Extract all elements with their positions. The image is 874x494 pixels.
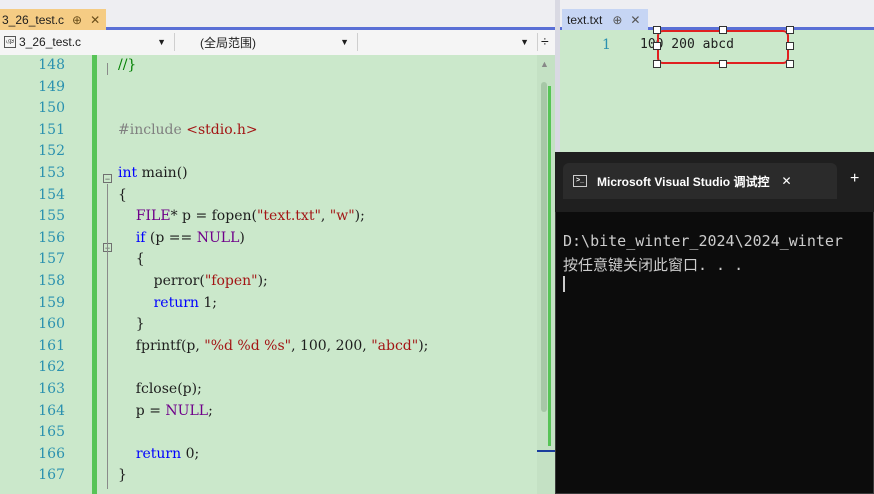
outline-line (107, 63, 108, 75)
resize-handle[interactable] (786, 26, 794, 34)
line-number: 159 (38, 294, 65, 311)
line-number: 154 (38, 186, 65, 203)
code-line[interactable]: { (118, 249, 145, 270)
console-output-line: 按任意键关闭此窗口. . . (563, 256, 744, 274)
close-icon[interactable]: ✕ (781, 174, 791, 188)
console-cursor (563, 276, 565, 292)
line-number: 1 (602, 37, 611, 53)
line-number: 162 (38, 359, 65, 376)
code-line[interactable]: fclose(p); (118, 379, 202, 400)
code-line[interactable]: fprintf(p, "%d %d %s", 100, 200, "abcd")… (118, 336, 429, 357)
console-title: Microsoft Visual Studio 调试控 (597, 174, 770, 189)
collapse-main-icon[interactable]: − (103, 174, 112, 184)
code-line[interactable]: } (118, 314, 145, 335)
line-number: 166 (38, 445, 65, 462)
close-icon[interactable]: ✕ (630, 13, 640, 27)
scrollbar-thumb[interactable] (541, 82, 547, 412)
pin-icon[interactable]: ⊕ (612, 13, 622, 27)
resize-handle[interactable] (653, 42, 661, 50)
line-number: 149 (38, 78, 65, 95)
scope-dropdown[interactable]: (全局范围) ▼ (178, 33, 358, 51)
terminal-icon: >_ (573, 175, 587, 187)
split-icon[interactable]: ÷ (541, 33, 549, 49)
scope-dropdown-label: (全局范围) (200, 35, 256, 50)
highlight-box (657, 30, 789, 64)
line-number: 164 (38, 402, 65, 419)
line-number: 163 (38, 381, 65, 397)
code-line[interactable]: return 0; (118, 444, 199, 465)
line-number: 167 (38, 467, 65, 484)
tab-text-txt[interactable]: text.txt ⊕ ✕ (562, 9, 649, 30)
resize-handle[interactable] (719, 60, 727, 68)
code-line[interactable]: FILE* p = fopen("text.txt", "w"); (118, 206, 365, 227)
line-number: 155 (38, 208, 65, 225)
line-number: 156 (38, 229, 65, 246)
line-number: 161 (38, 337, 65, 354)
code-line[interactable]: } (118, 465, 127, 486)
code-line[interactable]: return 1; (118, 293, 217, 314)
close-icon[interactable]: ✕ (90, 13, 100, 27)
console-tab[interactable]: >_ Microsoft Visual Studio 调试控 ✕ (563, 163, 837, 199)
resize-handle[interactable] (786, 60, 794, 68)
resize-handle[interactable] (786, 42, 794, 50)
pin-icon[interactable]: ⊕ (72, 13, 82, 27)
resize-handle[interactable] (653, 26, 661, 34)
code-line[interactable]: perror("fopen"); (118, 271, 268, 292)
caret-marker (537, 450, 555, 452)
console-output-line: D:\bite_winter_2024\2024_winter (563, 232, 843, 250)
code-lines: 148 //} 149 150 151 #include <stdio.h> 152 153 i… (0, 55, 537, 494)
line-number: 148 (38, 57, 65, 73)
chevron-down-icon: ▼ (340, 37, 349, 47)
line-number: 158 (38, 273, 65, 289)
file-dropdown-label: 3_26_test.c (19, 35, 82, 49)
line-number: 152 (38, 143, 65, 160)
line-number: 150 (38, 100, 65, 117)
code-line[interactable]: #include <stdio.h> (118, 120, 258, 141)
code-line[interactable]: //} (118, 55, 136, 76)
line-number: 165 (38, 424, 65, 441)
resize-handle[interactable] (719, 26, 727, 34)
line-number: 157 (38, 251, 65, 268)
file-dropdown[interactable]: ঞ 3_26_test.c ▼ (0, 33, 175, 51)
tab-title: text.txt (567, 12, 603, 27)
scroll-up-icon[interactable]: ▲ (540, 59, 549, 69)
new-tab-button[interactable]: + (850, 170, 859, 188)
file-icon: ঞ (4, 36, 16, 48)
scrollbar-change-marker (548, 86, 551, 446)
outline-line (107, 184, 108, 489)
chevron-down-icon: ▼ (157, 37, 166, 47)
chevron-down-icon: ▼ (520, 37, 529, 47)
code-line[interactable]: int main() (118, 163, 188, 184)
line-number: 151 (38, 121, 65, 138)
member-dropdown[interactable]: ▼ (360, 33, 538, 51)
code-line[interactable]: if (p == NULL) (118, 228, 245, 249)
line-number: 153 (38, 165, 65, 181)
code-line[interactable]: { (118, 185, 127, 206)
navigation-bar: ঞ 3_26_test.c ▼ (全局范围) ▼ ▼ ÷ (0, 30, 555, 56)
tab-3-26-test-c[interactable]: 3_26_test.c ⊕ ✕ (0, 9, 107, 30)
code-line[interactable]: p = NULL; (118, 401, 213, 422)
line-number: 160 (38, 316, 65, 333)
tab-title: 3_26_test.c (2, 12, 65, 27)
resize-handle[interactable] (653, 60, 661, 68)
